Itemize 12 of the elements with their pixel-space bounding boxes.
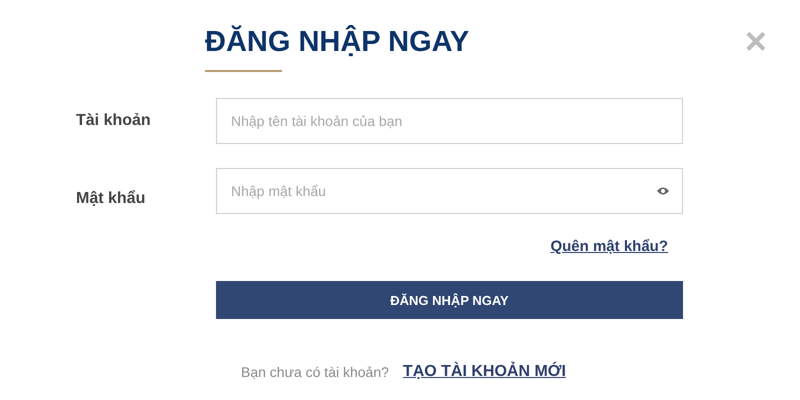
forgot-password-link[interactable]: Quên mật khẩu?: [550, 238, 668, 255]
input-field[interactable]: Nhập tên tài khoản của bạn: [229, 112, 670, 130]
dialog-title: ĐĂNG NHẬP NGAY: [205, 24, 470, 60]
field-label: Tài khoản: [76, 112, 152, 130]
text-field[interactable]: Nhập mật khẩu: [216, 168, 683, 214]
signup-prompt: Bạn chưa có tài khoản?: [241, 364, 389, 380]
signup-link[interactable]: TẠO TÀI KHOẢN MỚI: [402, 363, 566, 381]
text-field[interactable]: Nhập tên tài khoản của bạn: [216, 98, 683, 144]
login-button[interactable]: ĐĂNG NHẬP NGAY: [216, 281, 683, 319]
field-label: Mật khẩu: [76, 190, 146, 208]
eye-icon[interactable]: [656, 186, 670, 196]
input-field[interactable]: Nhập mật khẩu: [229, 182, 656, 200]
